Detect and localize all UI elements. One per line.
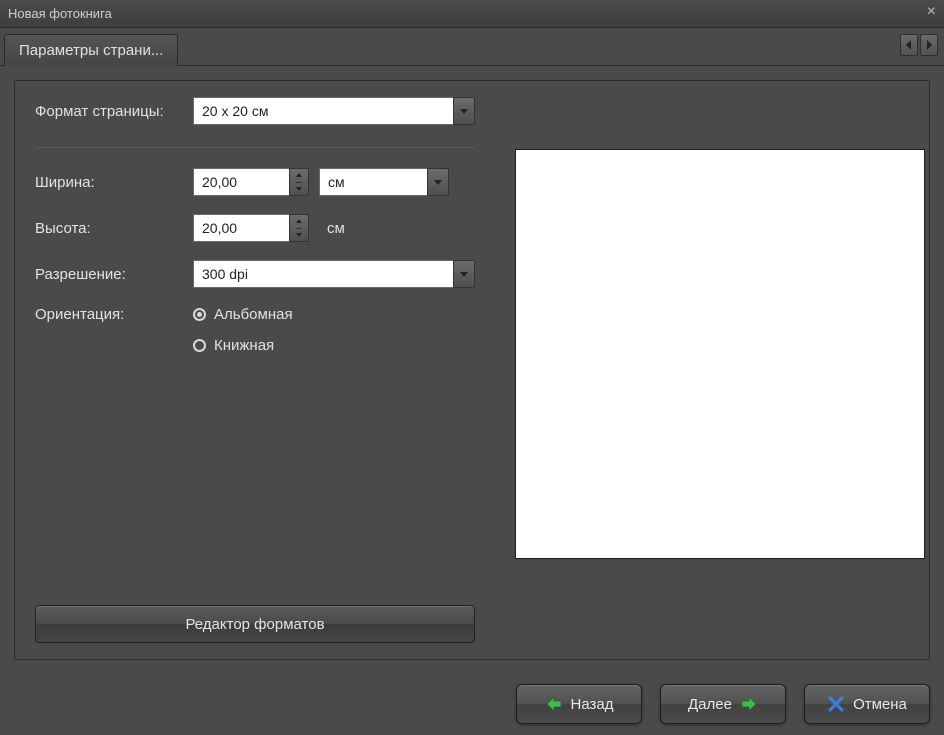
width-unit-value: см bbox=[319, 168, 427, 196]
width-down-button[interactable] bbox=[296, 183, 302, 196]
orientation-landscape-radio[interactable]: Альбомная bbox=[193, 306, 293, 323]
back-button[interactable]: Назад bbox=[516, 684, 642, 724]
width-label: Ширина: bbox=[35, 174, 193, 191]
next-label: Далее bbox=[688, 696, 732, 713]
radio-dot-icon bbox=[193, 339, 206, 352]
dropdown-toggle-icon bbox=[453, 260, 475, 288]
cancel-button[interactable]: Отмена bbox=[804, 684, 930, 724]
orientation-portrait-label: Книжная bbox=[214, 337, 274, 354]
preview-column bbox=[515, 97, 925, 643]
row-width: Ширина: 20,00 см bbox=[35, 168, 475, 196]
panel-area: Формат страницы: 20 x 20 см Ширина: 20,0… bbox=[0, 66, 944, 674]
height-unit-label: см bbox=[327, 220, 345, 237]
dropdown-toggle-icon bbox=[453, 97, 475, 125]
tab-scroll-right-button[interactable] bbox=[920, 34, 938, 56]
close-icon[interactable]: × bbox=[927, 3, 936, 21]
orientation-portrait-radio[interactable]: Книжная bbox=[193, 337, 293, 354]
width-unit-select[interactable]: см bbox=[319, 168, 449, 196]
width-arrows bbox=[289, 168, 309, 196]
spacer bbox=[35, 372, 475, 597]
row-page-format: Формат страницы: 20 x 20 см bbox=[35, 97, 475, 125]
dropdown-toggle-icon bbox=[427, 168, 449, 196]
page-preview bbox=[515, 149, 925, 559]
tab-scroll-left-button[interactable] bbox=[900, 34, 918, 56]
row-orientation: Ориентация: Альбомная Книжная bbox=[35, 306, 475, 354]
format-editor-button[interactable]: Редактор форматов bbox=[35, 605, 475, 643]
next-button[interactable]: Далее bbox=[660, 684, 786, 724]
orientation-label: Ориентация: bbox=[35, 306, 193, 323]
titlebar: Новая фотокнига × bbox=[0, 0, 944, 28]
resolution-value: 300 dpi bbox=[193, 260, 453, 288]
row-resolution: Разрешение: 300 dpi bbox=[35, 260, 475, 288]
form-column: Формат страницы: 20 x 20 см Ширина: 20,0… bbox=[35, 97, 475, 643]
height-label: Высота: bbox=[35, 220, 193, 237]
page-format-select[interactable]: 20 x 20 см bbox=[193, 97, 475, 125]
radio-dot-icon bbox=[193, 308, 206, 321]
tab-scroll bbox=[900, 34, 938, 56]
orientation-radio-group: Альбомная Книжная bbox=[193, 306, 293, 354]
page-format-label: Формат страницы: bbox=[35, 103, 193, 120]
width-value: 20,00 bbox=[193, 168, 289, 196]
back-label: Назад bbox=[571, 696, 614, 713]
height-stepper[interactable]: 20,00 bbox=[193, 214, 309, 242]
width-stepper[interactable]: 20,00 bbox=[193, 168, 309, 196]
arrow-left-icon bbox=[545, 695, 563, 713]
divider bbox=[35, 147, 475, 148]
height-up-button[interactable] bbox=[296, 215, 302, 229]
format-editor-label: Редактор форматов bbox=[185, 616, 324, 633]
window-title: Новая фотокнига bbox=[8, 6, 112, 21]
resolution-label: Разрешение: bbox=[35, 266, 193, 283]
cancel-label: Отмена bbox=[853, 696, 907, 713]
chevron-right-icon bbox=[926, 40, 932, 50]
resolution-select[interactable]: 300 dpi bbox=[193, 260, 475, 288]
height-value: 20,00 bbox=[193, 214, 289, 242]
tab-page-params[interactable]: Параметры страни... bbox=[4, 34, 178, 66]
width-up-button[interactable] bbox=[296, 169, 302, 183]
height-down-button[interactable] bbox=[296, 229, 302, 242]
settings-panel: Формат страницы: 20 x 20 см Ширина: 20,0… bbox=[14, 80, 930, 660]
arrow-right-icon bbox=[740, 695, 758, 713]
height-arrows bbox=[289, 214, 309, 242]
footer: Назад Далее Отмена bbox=[0, 674, 944, 734]
row-height: Высота: 20,00 см bbox=[35, 214, 475, 242]
orientation-landscape-label: Альбомная bbox=[214, 306, 293, 323]
page-format-value: 20 x 20 см bbox=[193, 97, 453, 125]
tab-strip: Параметры страни... bbox=[0, 28, 944, 66]
tab-label: Параметры страни... bbox=[19, 42, 163, 59]
close-icon bbox=[827, 695, 845, 713]
chevron-left-icon bbox=[906, 40, 912, 50]
